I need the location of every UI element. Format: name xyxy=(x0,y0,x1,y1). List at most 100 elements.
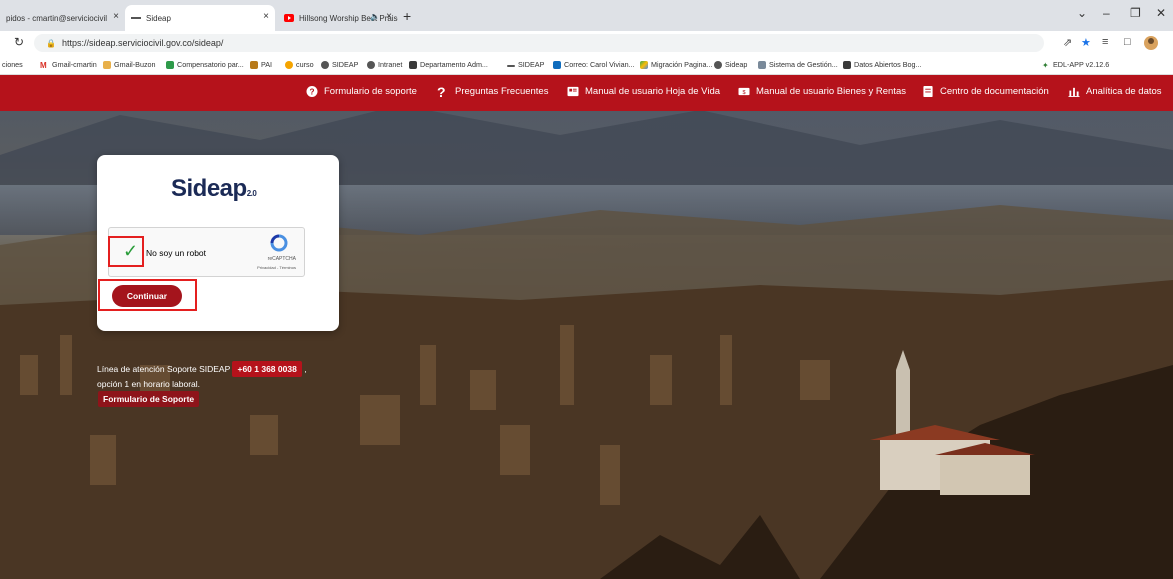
nav-centro-documentacion[interactable]: Centro de documentación xyxy=(922,86,1049,97)
outlook-icon xyxy=(553,60,561,69)
close-icon[interactable]: × xyxy=(263,11,269,22)
reading-list-icon[interactable]: ≡ xyxy=(1102,36,1108,48)
close-icon[interactable]: × xyxy=(113,11,119,22)
bookmark-label: Migración Pagina... xyxy=(651,60,713,69)
bookmark-item[interactable]: M Gmail-cmartin xyxy=(40,60,97,70)
nav-label: Formulario de soporte xyxy=(324,86,417,97)
svg-text:$: $ xyxy=(742,90,745,96)
nav-manual-bienes-rentas[interactable]: $ Manual de usuario Bienes y Rentas xyxy=(738,86,906,97)
minimize-icon[interactable]: – xyxy=(1103,6,1110,20)
document-icon xyxy=(923,86,933,97)
bookmark-label: Sideap xyxy=(725,60,748,69)
bookmark-label: Sistema de Gestión... xyxy=(769,60,838,69)
bookmark-icon xyxy=(285,60,293,69)
bookmark-label: Datos Abiertos Bog... xyxy=(854,60,922,69)
bookmark-item[interactable]: Datos Abiertos Bog... xyxy=(843,60,922,69)
nav-manual-hoja-vida[interactable]: Manual de usuario Hoja de Vida xyxy=(567,86,720,97)
profile-avatar[interactable] xyxy=(1144,36,1158,53)
bookmark-label: SIDEAP xyxy=(518,60,545,69)
audio-icon[interactable]: 🔈 xyxy=(370,12,380,21)
tab-label: Sideap xyxy=(146,13,171,23)
close-icon[interactable]: × xyxy=(386,11,392,22)
bookmark-item[interactable]: Sideap xyxy=(714,60,747,69)
bookmark-item[interactable]: Sistema de Gestión... xyxy=(758,60,838,69)
bookmark-item[interactable]: curso xyxy=(285,60,314,69)
globe-icon xyxy=(367,60,375,69)
close-window-icon[interactable]: ✕ xyxy=(1156,6,1166,20)
site-top-nav: ? Formulario de soporte ? Preguntas Frec… xyxy=(0,75,1173,111)
nav-label: Manual de usuario Hoja de Vida xyxy=(585,86,721,97)
nav-label: Centro de documentación xyxy=(940,86,1049,97)
sheets-icon xyxy=(166,60,174,69)
id-card-icon xyxy=(567,86,579,97)
browser-tab-youtube[interactable]: Hillsong Worship Best Praise 🔈 × xyxy=(278,5,398,31)
nav-analitica-datos[interactable]: Analítica de datos xyxy=(1068,86,1162,97)
bookmarks-bar: ciones M Gmail-cmartin Gmail-Buzon Compen… xyxy=(0,55,1173,75)
youtube-favicon-icon xyxy=(284,14,294,22)
bookmark-label: Gmail-Buzon xyxy=(114,60,156,69)
lock-icon: 🔒 xyxy=(46,38,56,48)
nav-preguntas-frecuentes[interactable]: ? Preguntas Frecuentes xyxy=(437,84,549,100)
tab-search-icon[interactable]: ⌄ xyxy=(1077,6,1087,20)
share-icon[interactable]: ⇗ xyxy=(1063,36,1072,49)
globe-icon xyxy=(714,60,722,69)
bookmark-label: EDL-APP v2.12.6 xyxy=(1053,60,1110,69)
nav-label: Manual de usuario Bienes y Rentas xyxy=(756,86,906,97)
bookmark-item[interactable]: Migración Pagina... xyxy=(640,60,713,69)
bookmark-item[interactable]: SIDEAP xyxy=(321,60,358,69)
support-line-1: Línea de atención Soporte SIDEAP +60 1 3… xyxy=(97,361,307,377)
support-label: Línea de atención Soporte SIDEAP xyxy=(97,364,231,374)
bookmark-icon xyxy=(250,60,258,69)
drive-icon xyxy=(640,60,648,69)
support-form-link[interactable]: Formulario de Soporte xyxy=(98,391,200,407)
help-circle-icon: ? xyxy=(306,86,318,97)
recaptcha-links[interactable]: Privacidad - Términos xyxy=(257,265,296,270)
tab-label: pidos - cmartin@serviciocivil xyxy=(6,13,108,23)
bookmark-item[interactable]: PAI xyxy=(250,60,272,69)
browser-tab-sideap[interactable]: Sideap × xyxy=(125,5,275,31)
bookmark-label: ciones xyxy=(2,60,23,69)
bookmark-label: curso xyxy=(296,60,314,69)
browser-tab-mail[interactable]: pidos - cmartin@serviciocivil × xyxy=(0,5,125,31)
bookmark-label: SIDEAP xyxy=(332,60,359,69)
bookmark-icon xyxy=(409,60,417,69)
svg-text:?: ? xyxy=(309,88,314,97)
recaptcha-logo-icon xyxy=(270,234,288,252)
side-panel-icon[interactable]: □ xyxy=(1124,36,1131,48)
bookmark-icon xyxy=(507,64,515,67)
highlight-box-checkbox xyxy=(108,236,144,267)
bookmark-item[interactable]: Correo: Carol Vivian... xyxy=(553,60,635,69)
bookmark-label: Gmail-cmartin xyxy=(52,60,97,69)
sideap-logo: Sideap2.0 xyxy=(171,175,257,203)
new-tab-button[interactable]: + xyxy=(403,8,411,24)
support-info: Línea de atención Soporte SIDEAP +60 1 3… xyxy=(97,361,307,407)
support-phone: +60 1 368 0038 xyxy=(232,361,302,377)
bookmark-icon xyxy=(758,60,766,69)
money-icon: $ xyxy=(738,87,750,96)
bookmark-label: PAI xyxy=(261,60,273,69)
nav-label: Preguntas Frecuentes xyxy=(455,86,549,97)
bookmark-item[interactable]: Compensatorio par... xyxy=(166,60,244,69)
bookmark-label: Correo: Carol Vivian... xyxy=(564,60,635,69)
bookmark-label: Intranet xyxy=(378,60,403,69)
bookmark-item[interactable]: SIDEAP xyxy=(507,60,544,69)
bookmark-item[interactable]: Intranet xyxy=(367,60,402,69)
nav-formulario-soporte[interactable]: ? Formulario de soporte xyxy=(306,86,417,97)
bookmark-item[interactable]: Gmail-Buzon xyxy=(103,60,156,69)
logo-version: 2.0 xyxy=(246,189,257,198)
bookmark-label: Compensatorio par... xyxy=(177,60,244,69)
globe-icon xyxy=(321,60,329,69)
recaptcha-label: No soy un robot xyxy=(146,248,207,258)
bookmark-star-icon[interactable]: ★ xyxy=(1081,36,1091,49)
bookmark-icon xyxy=(103,60,111,69)
recaptcha-brand: reCAPTCHA xyxy=(267,256,296,262)
url-bar[interactable]: 🔒 https://sideap.serviciocivil.gov.co/si… xyxy=(34,34,1044,52)
site-viewport: ? Formulario de soporte ? Preguntas Frec… xyxy=(0,75,1173,579)
bar-chart-icon xyxy=(1068,87,1080,97)
bookmark-item[interactable]: ✦ EDL-APP v2.12.6 xyxy=(1042,60,1110,70)
reload-icon[interactable]: ↻ xyxy=(14,35,24,49)
bookmark-item[interactable]: Departamento Adm... xyxy=(409,60,488,69)
restore-icon[interactable]: ❐ xyxy=(1130,6,1141,20)
tab-label: Hillsong Worship Best Praise xyxy=(299,13,398,23)
bookmark-item[interactable]: ciones xyxy=(2,60,23,69)
